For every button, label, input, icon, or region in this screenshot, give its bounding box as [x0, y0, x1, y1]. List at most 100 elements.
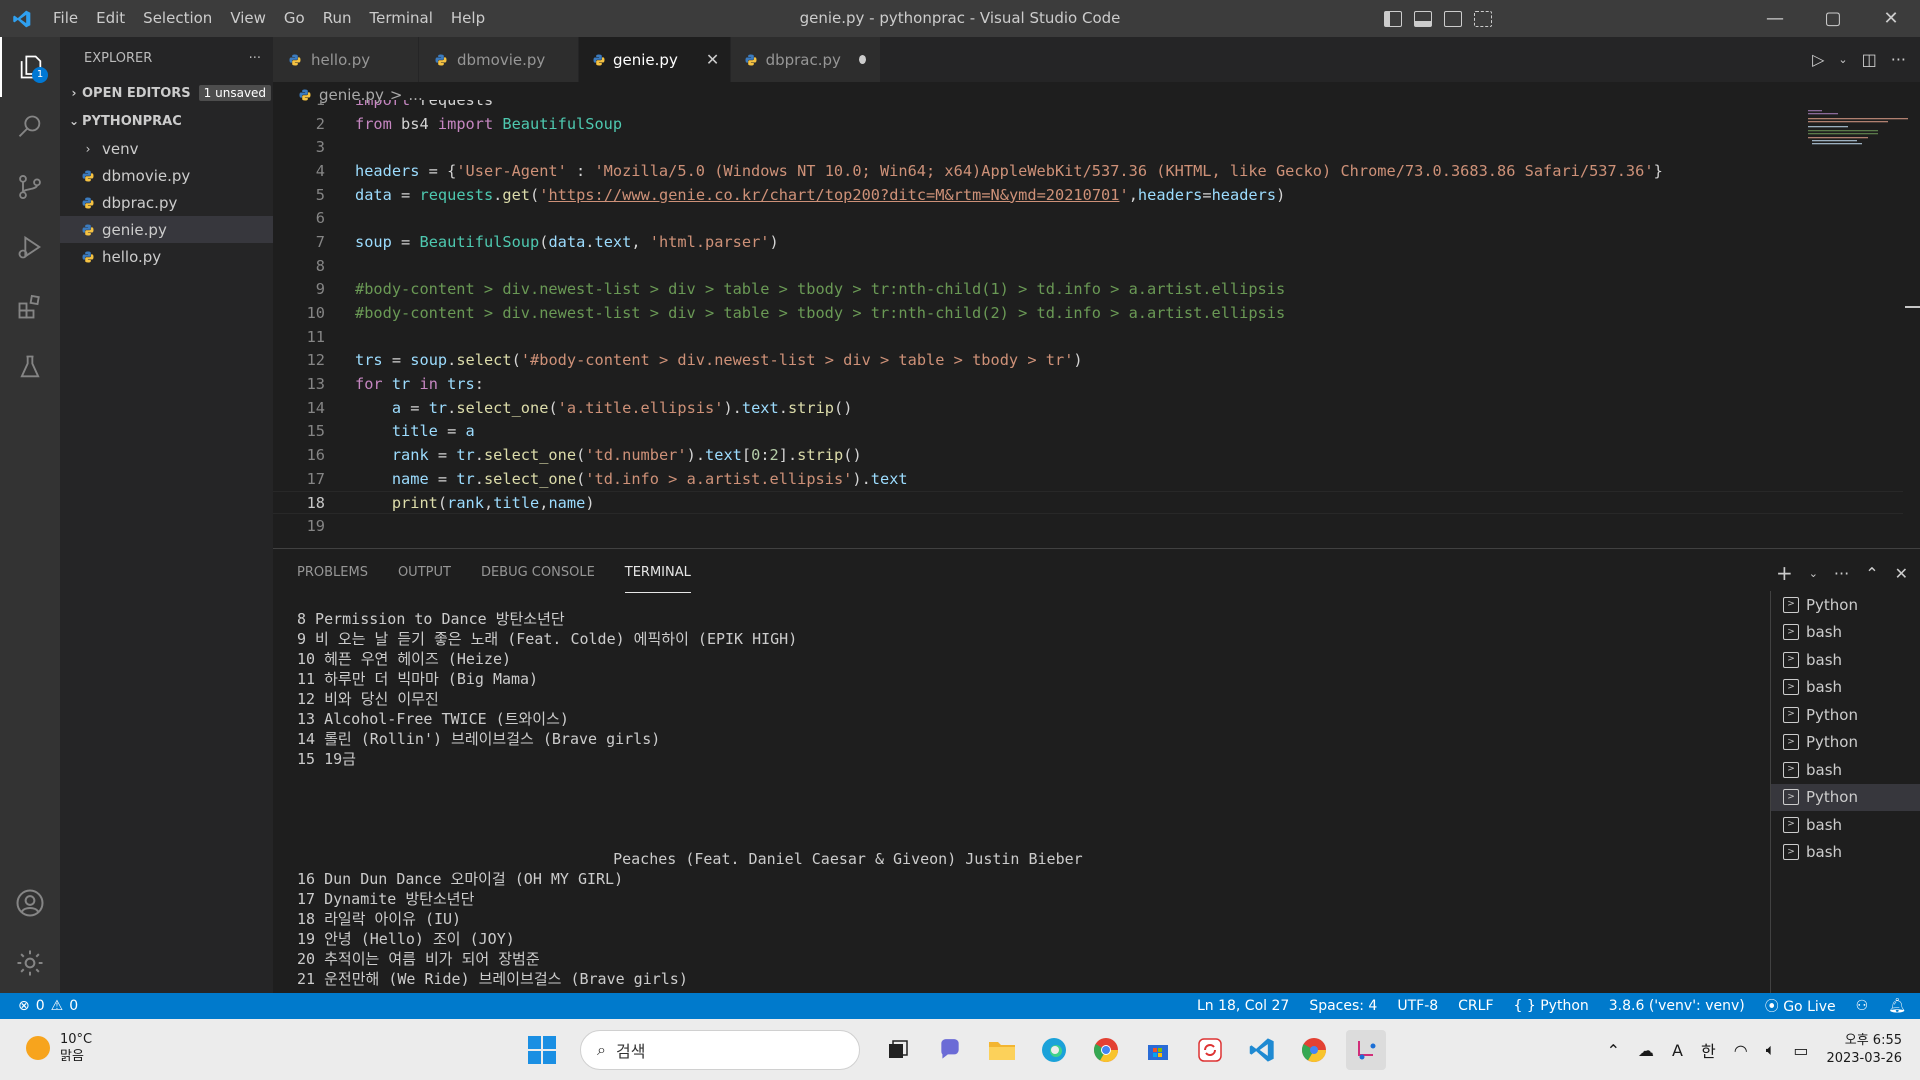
tab-genie[interactable]: genie.py ✕ — [579, 37, 731, 82]
chrome-browser-icon[interactable] — [1086, 1030, 1126, 1070]
code-editor[interactable]: 1import requests 2from bs4 import Beauti… — [273, 100, 1903, 548]
run-file-icon[interactable]: ▷ — [1812, 50, 1824, 69]
microsoft-store-icon[interactable] — [1138, 1030, 1178, 1070]
battery-icon[interactable]: ▭ — [1793, 1041, 1808, 1060]
end-of-line[interactable]: CRLF — [1458, 998, 1493, 1014]
terminal-instance[interactable]: > Python — [1771, 591, 1920, 619]
windows-taskbar: 10°C 맑음 ⌕ 검색 ⌃ ☁ A 한 ◠ 🔈︎ ▭ 오후 6:55 2023… — [0, 1019, 1920, 1080]
explorer-title: EXPLORER — [84, 50, 153, 66]
chrome-profile-icon[interactable] — [1294, 1030, 1334, 1070]
tree-item-genie[interactable]: genie.py — [60, 216, 273, 243]
ime-indicator[interactable]: 한 — [1701, 1038, 1716, 1062]
tree-item-venv[interactable]: › venv — [60, 135, 273, 162]
minimize-icon[interactable]: — — [1746, 0, 1804, 37]
extensions-icon[interactable] — [0, 277, 60, 337]
tab-problems[interactable]: PROBLEMS — [297, 549, 368, 597]
search-icon[interactable] — [0, 97, 60, 157]
notifications-bell-icon[interactable]: 🔔︎ — [1888, 998, 1906, 1014]
terminal-instance[interactable]: > Python — [1771, 729, 1920, 757]
minimap[interactable] — [1800, 108, 1920, 148]
tab-output[interactable]: OUTPUT — [398, 549, 451, 597]
tab-dbprac[interactable]: dbprac.py — [731, 37, 881, 82]
cursor-position[interactable]: Ln 18, Col 27 — [1197, 998, 1289, 1014]
vscode-taskbar-icon[interactable] — [1242, 1030, 1282, 1070]
source-control-icon[interactable] — [0, 157, 60, 217]
tab-debug-console[interactable]: DEBUG CONSOLE — [481, 549, 595, 597]
terminal-instance[interactable]: > bash — [1771, 756, 1920, 784]
tab-hello[interactable]: hello.py — [273, 37, 419, 82]
feedback-icon[interactable]: ⚇ — [1856, 998, 1869, 1014]
menu-go[interactable]: Go — [275, 0, 314, 37]
close-icon[interactable]: ✕ — [1862, 0, 1920, 37]
python-interpreter[interactable]: 3.8.6 ('venv': venv) — [1609, 998, 1745, 1014]
explorer-icon[interactable]: 1 — [0, 37, 60, 97]
snipping-tool-icon[interactable] — [1346, 1030, 1386, 1070]
edge-browser-icon[interactable] — [1034, 1030, 1074, 1070]
file-explorer-icon[interactable] — [982, 1030, 1022, 1070]
onedrive-icon[interactable]: ☁ — [1638, 1041, 1654, 1060]
chevron-up-icon[interactable]: ⌃ — [1607, 1041, 1620, 1060]
unsaved-dot-icon[interactable] — [858, 55, 866, 64]
tree-item-dbprac[interactable]: dbprac.py — [60, 189, 273, 216]
terminal-instance[interactable]: > bash — [1771, 811, 1920, 839]
more-actions-icon[interactable]: ··· — [1834, 564, 1849, 583]
chevron-down-icon[interactable]: ⌄ — [1809, 567, 1818, 580]
toggle-secondary-sidebar-icon[interactable] — [1444, 10, 1462, 27]
chat-icon[interactable] — [930, 1030, 970, 1070]
maximize-icon[interactable]: ▢ — [1804, 0, 1862, 37]
menu-help[interactable]: Help — [442, 0, 494, 37]
tab-terminal[interactable]: TERMINAL — [624, 553, 691, 593]
weather-condition: 맑음 — [60, 1049, 84, 1064]
testing-icon[interactable] — [0, 337, 60, 397]
problems-indicator[interactable]: ⊗ 0 ⚠ 0 — [0, 998, 78, 1014]
menu-run[interactable]: Run — [314, 0, 361, 37]
language-mode[interactable]: { } Python — [1514, 998, 1589, 1014]
menu-terminal[interactable]: Terminal — [361, 0, 442, 37]
settings-gear-icon[interactable] — [0, 933, 60, 993]
weather-widget[interactable]: 10°C 맑음 — [26, 1031, 92, 1065]
account-icon[interactable] — [0, 873, 60, 933]
wifi-icon[interactable]: ◠ — [1734, 1041, 1748, 1060]
go-live-button[interactable]: ⦿ Go Live — [1765, 996, 1836, 1016]
tree-item-hello[interactable]: hello.py — [60, 243, 273, 270]
open-editors-section[interactable]: › OPEN EDITORS 1 unsaved — [60, 79, 273, 107]
volume-icon[interactable]: 🔈︎ — [1766, 1040, 1776, 1060]
terminal-instance[interactable]: > Python — [1771, 701, 1920, 729]
task-view-icon[interactable] — [878, 1030, 918, 1070]
terminal-instance[interactable]: > bash — [1771, 646, 1920, 674]
chevron-down-icon[interactable]: ⌄ — [1838, 53, 1847, 66]
menu-view[interactable]: View — [221, 0, 275, 37]
customize-layout-icon[interactable] — [1474, 10, 1492, 27]
explorer-more-icon[interactable]: ··· — [249, 51, 261, 66]
menu-selection[interactable]: Selection — [134, 0, 221, 37]
project-section[interactable]: ⌄ PYTHONPRAC — [60, 107, 273, 135]
close-panel-icon[interactable]: ✕ — [1895, 564, 1908, 583]
url-link[interactable]: https://www.genie.co.kr/chart/top200?dit… — [548, 186, 1119, 204]
code-line: 5 data = requests. get(' https://www.genie.… — [315, 185, 1286, 204]
terminal-instance[interactable]: > bash — [1771, 674, 1920, 702]
terminal-instance[interactable]: > bash — [1771, 619, 1920, 647]
maximize-panel-icon[interactable]: ⌃ — [1865, 564, 1878, 583]
split-editor-icon[interactable]: ◫ — [1862, 50, 1877, 69]
tab-close-icon[interactable]: ✕ — [706, 50, 719, 69]
open-editors-label: OPEN EDITORS — [82, 85, 191, 101]
menu-file[interactable]: File — [44, 0, 87, 37]
menu-edit[interactable]: Edit — [87, 0, 134, 37]
toggle-primary-sidebar-icon[interactable] — [1384, 10, 1402, 27]
sync-app-icon[interactable] — [1190, 1030, 1230, 1070]
taskbar-search-input[interactable]: ⌕ 검색 — [580, 1030, 860, 1070]
encoding[interactable]: UTF-8 — [1397, 998, 1438, 1014]
terminal-instance[interactable]: > bash — [1771, 839, 1920, 867]
terminal-instance-selected[interactable]: > Python — [1771, 783, 1920, 811]
tree-item-dbmovie[interactable]: dbmovie.py — [60, 162, 273, 189]
toggle-panel-icon[interactable] — [1414, 10, 1432, 27]
new-terminal-icon[interactable]: + — [1776, 561, 1793, 585]
font-icon[interactable]: A — [1672, 1041, 1683, 1060]
windows-start-icon[interactable] — [522, 1030, 562, 1070]
terminal-output[interactable]: 8 Permission to Dance 방탄소년단 9 비 오는 날 듣기 … — [297, 609, 1737, 989]
tab-dbmovie[interactable]: dbmovie.py — [419, 37, 579, 82]
indentation[interactable]: Spaces: 4 — [1309, 998, 1377, 1014]
run-debug-icon[interactable] — [0, 217, 60, 277]
clock[interactable]: 오후 6:55 2023-03-26 — [1826, 1032, 1902, 1068]
more-actions-icon[interactable]: ··· — [1891, 50, 1906, 69]
